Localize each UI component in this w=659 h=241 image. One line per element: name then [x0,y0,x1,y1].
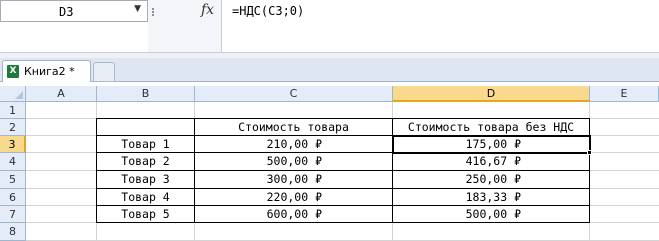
name-box-value: D3 [59,5,74,19]
cell-d6[interactable]: 183,33 ₽ [393,189,589,205]
row-header-2[interactable]: 2 [0,119,26,136]
cell-d2[interactable]: Стоимость товара без НДС [393,119,589,135]
cell-c3[interactable]: 210,00 ₽ [195,136,392,152]
excel-workbook-icon: X [7,65,19,78]
formula-bar-controls: fx [148,0,222,52]
active-cell-outline [392,135,591,154]
column-header-e[interactable]: E [590,86,659,102]
formula-bar: D3 ▼ fx =НДС(C3;0) [0,0,659,52]
fill-handle[interactable] [587,150,592,155]
cell-b5[interactable]: Товар 3 [97,171,194,188]
name-box[interactable]: D3 ▼ [0,0,148,22]
row-header-8[interactable]: 8 [0,223,26,241]
cell-d7[interactable]: 500,00 ₽ [393,206,589,222]
row-header-6[interactable]: 6 [0,189,26,206]
column-header-a[interactable]: A [26,86,97,102]
cell-b4[interactable]: Товар 2 [97,153,194,170]
cell-c6[interactable]: 220,00 ₽ [195,189,392,205]
select-all-button[interactable] [0,86,26,102]
fx-icon[interactable]: fx [201,2,214,18]
cell-d5[interactable]: 250,00 ₽ [393,171,589,188]
column-header-d[interactable]: D [393,86,590,102]
cell-c7[interactable]: 600,00 ₽ [195,206,392,222]
row-header-7[interactable]: 7 [0,206,26,223]
formula-input[interactable]: =НДС(C3;0) [232,4,304,18]
cell-c5[interactable]: 300,00 ₽ [195,171,392,188]
workbook-tab-label: Книга2 * [24,65,75,78]
cell-c4[interactable]: 500,00 ₽ [195,153,392,170]
chevron-down-icon[interactable]: ▼ [134,4,141,14]
workbook-tab[interactable]: X Книга2 * [2,60,91,83]
column-header-b[interactable]: B [97,86,195,102]
row-header-4[interactable]: 4 [0,153,26,171]
cell-b3[interactable]: Товар 1 [97,136,194,152]
row-header-3[interactable]: 3 [0,136,26,153]
splitter-handle-icon[interactable] [152,8,154,16]
cell-b6[interactable]: Товар 4 [97,189,194,205]
row-header-1[interactable]: 1 [0,102,26,119]
column-header-c[interactable]: C [195,86,393,102]
workbook-tab-strip: X Книга2 * [0,58,659,83]
cell-c2[interactable]: Стоимость товара [195,119,392,135]
new-workbook-tab-button[interactable] [93,62,115,82]
row-header-5[interactable]: 5 [0,171,26,189]
spreadsheet-grid[interactable]: A B C D E 1 2 3 4 5 6 7 8 Стоимость това… [0,86,659,241]
cell-b7[interactable]: Товар 5 [97,206,194,222]
cell-d4[interactable]: 416,67 ₽ [393,153,589,170]
